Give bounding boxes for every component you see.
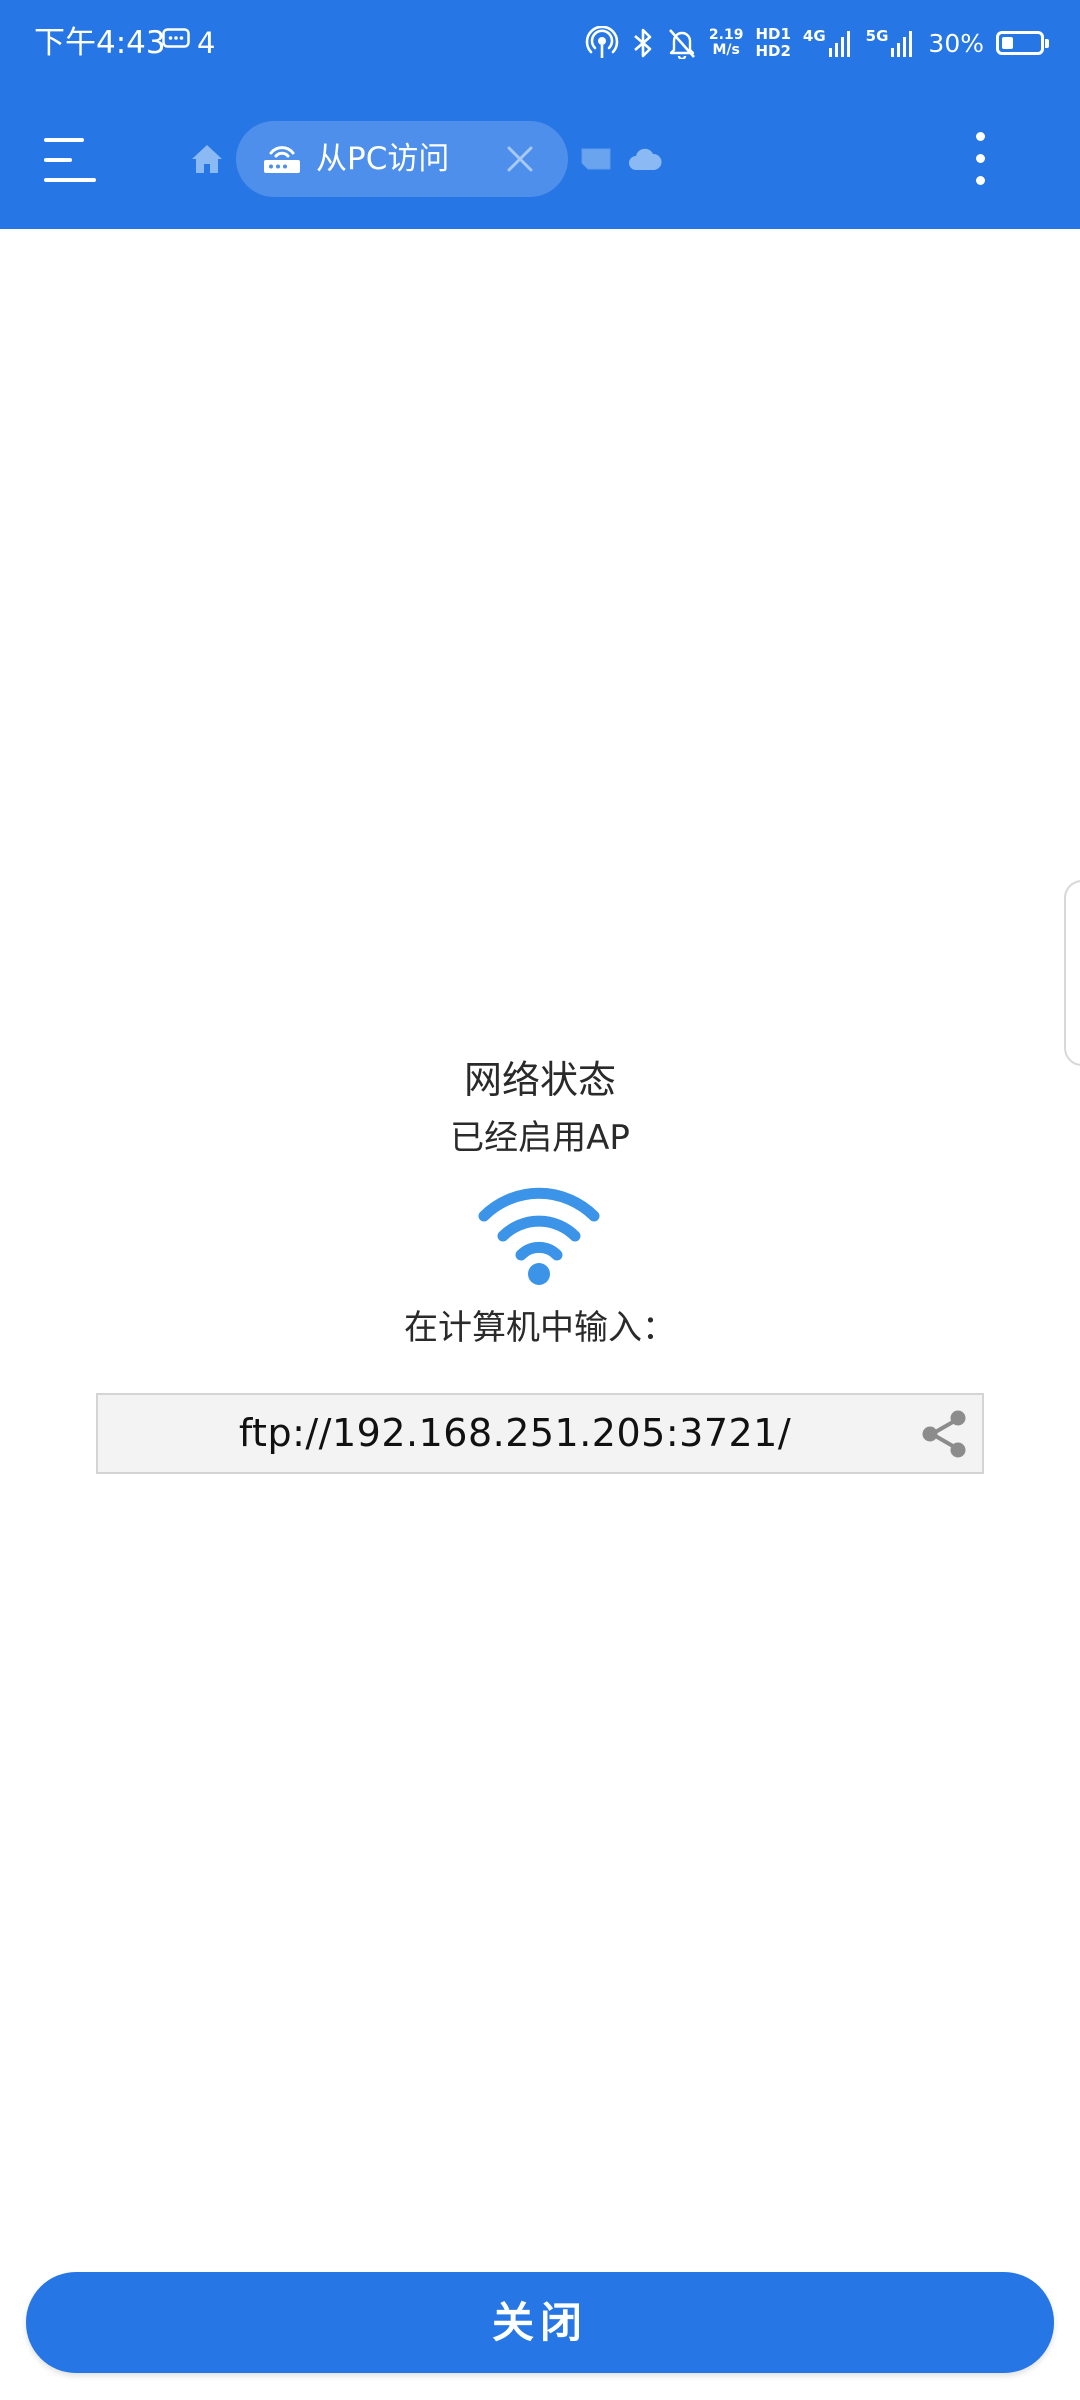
signal-4g: 4G <box>803 28 854 58</box>
ftp-address-text[interactable]: ftp://192.168.251.205:3721/ <box>98 1395 932 1472</box>
app-bar: 下午4:43 4 2.19 M/s HD1 HD2 4G 5G 30% 从PC访… <box>0 0 1080 229</box>
share-icon[interactable] <box>918 1409 970 1459</box>
hamburger-menu-icon[interactable] <box>44 136 98 184</box>
input-hint-label: 在计算机中输入： <box>404 1308 676 1348</box>
speed-unit: M/s <box>712 42 740 58</box>
edge-panel-handle[interactable] <box>1064 880 1080 1066</box>
signal-icon <box>828 31 850 57</box>
message-count: 4 <box>197 26 216 60</box>
network-speed: 2.19 M/s <box>709 28 744 58</box>
network-4g-label: 4G <box>802 27 826 45</box>
ftp-address-box[interactable]: ftp://192.168.251.205:3721/ <box>96 1393 984 1474</box>
tab-pc-access[interactable]: 从PC访问 <box>236 121 568 197</box>
message-icon <box>162 28 190 48</box>
battery-icon <box>996 31 1049 55</box>
status-time: 下午4:43 <box>34 25 166 61</box>
hd1-label: HD1 <box>755 25 791 43</box>
network-status-title: 网络状态 <box>463 1058 616 1102</box>
network-5g-label: 5G <box>865 27 889 45</box>
screen: 下午4:43 4 2.19 M/s HD1 HD2 4G 5G 30% 从PC访… <box>0 0 1080 2400</box>
bell-off-icon <box>668 29 695 59</box>
battery-level <box>1002 37 1013 49</box>
cloud-icon[interactable] <box>628 146 662 172</box>
battery-percent: 30% <box>928 28 984 58</box>
router-icon <box>264 146 300 173</box>
sd-card-icon[interactable] <box>580 146 612 172</box>
network-status-value: 已经启用AP <box>450 1118 630 1158</box>
hd2-label: HD2 <box>755 42 791 60</box>
tab-label: 从PC访问 <box>316 141 450 177</box>
home-icon[interactable] <box>190 142 224 176</box>
hotspot-icon <box>585 26 619 58</box>
bluetooth-icon <box>634 28 652 58</box>
close-icon[interactable] <box>504 143 536 175</box>
signal-5g: 5G <box>866 28 917 58</box>
more-vertical-icon[interactable] <box>962 130 1000 188</box>
close-button[interactable]: 关闭 <box>26 2272 1054 2373</box>
hd-indicator: HD1 HD2 <box>755 26 790 60</box>
status-icons: 2.19 M/s HD1 HD2 4G 5G 30% <box>585 20 1049 66</box>
speed-value: 2.19 <box>708 27 744 43</box>
status-bar: 下午4:43 4 2.19 M/s HD1 HD2 4G 5G 30% <box>0 0 1080 86</box>
wifi-icon <box>478 1187 600 1285</box>
signal-icon <box>891 31 913 57</box>
